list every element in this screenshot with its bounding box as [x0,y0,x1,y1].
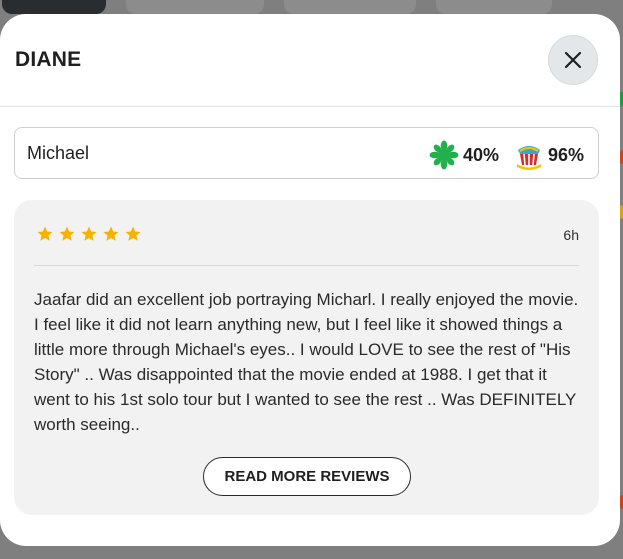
star-icon [59,226,75,241]
divider [34,265,579,266]
star-icon [37,226,53,241]
read-more-reviews-button[interactable]: READ MORE REVIEWS [203,457,411,496]
tomatometer-value: 40% [463,144,500,165]
popcornmeter-score: 96% [514,140,584,170]
modal-header: DIANE [0,14,620,107]
background-tab [2,0,106,14]
green-splat-icon [429,140,459,170]
review-modal: DIANE Michael 40% 96% 6h Jaafar did an e… [0,14,620,546]
star-icon [81,226,97,241]
review-card: 6h Jaafar did an excellent job portrayin… [14,200,599,515]
popcornmeter-value: 96% [548,144,585,165]
star-icon [125,226,141,241]
review-time: 6h [563,227,579,243]
background-tab [126,0,264,14]
background-tab [436,0,552,14]
reviewer-row[interactable]: Michael 40% 96% [14,127,599,179]
modal-title: DIANE [15,48,82,71]
popcorn-bucket-icon [517,146,541,170]
close-button[interactable] [548,35,598,85]
close-icon [564,51,582,69]
star-icon [103,226,119,241]
reviewer-name: Michael [27,143,90,163]
tomatometer-score: 40% [429,140,499,170]
background-tab [284,0,416,14]
star-rating [36,225,142,243]
review-text: Jaafar did an excellent job portraying M… [34,290,579,434]
